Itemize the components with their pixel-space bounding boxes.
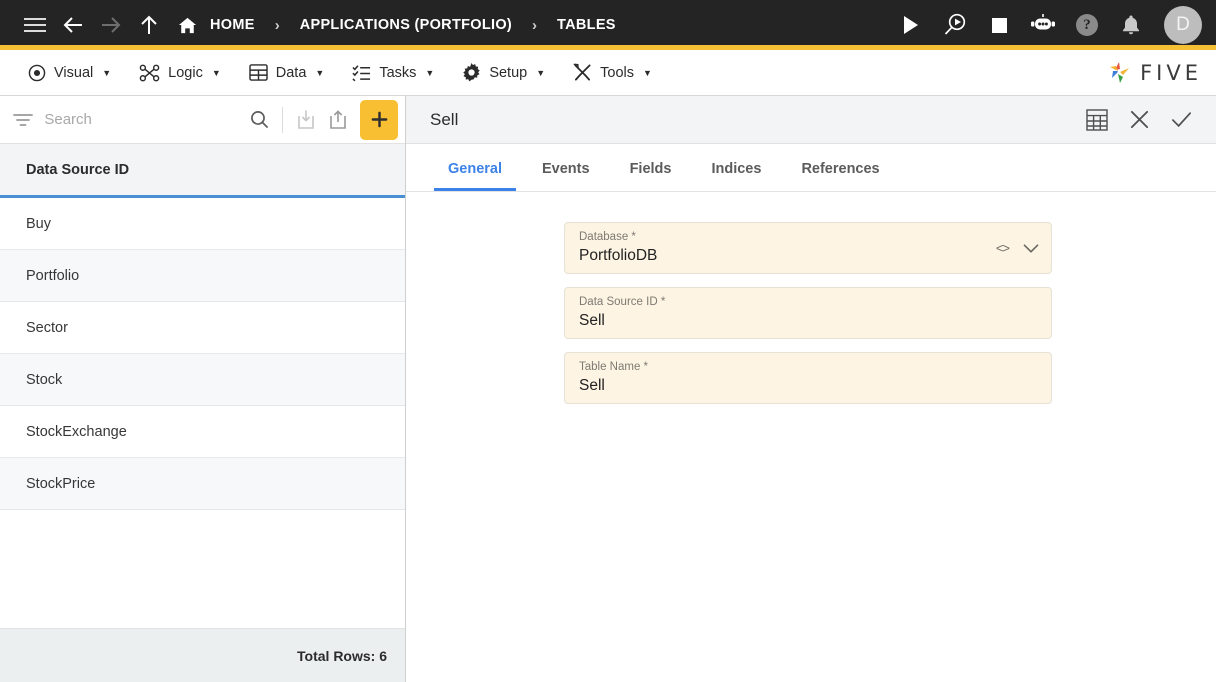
filter-icon[interactable] bbox=[10, 113, 36, 127]
chevron-down-icon: ▼ bbox=[643, 67, 652, 78]
help-icon[interactable]: ? bbox=[1068, 6, 1106, 44]
menu-visual[interactable]: Visual ▼ bbox=[14, 50, 125, 96]
general-tab-form: Database * PortfolioDB <> Data Source ID… bbox=[406, 192, 1216, 682]
menu-setup-label: Setup bbox=[489, 64, 528, 81]
table-detail-panel: Sell General Events Fields Indices Refer… bbox=[406, 96, 1216, 682]
menu-data-label: Data bbox=[275, 64, 307, 81]
top-navigation-bar: HOME › APPLICATIONS (PORTFOLIO) › TABLES bbox=[0, 0, 1216, 50]
chevron-down-icon: ▼ bbox=[536, 67, 546, 78]
chevron-down-icon: ▼ bbox=[211, 67, 221, 78]
database-field-actions: <> bbox=[996, 241, 1039, 256]
tools-icon bbox=[573, 63, 592, 82]
menu-visual-label: Visual bbox=[54, 64, 94, 81]
menu-tools-label: Tools bbox=[600, 64, 634, 81]
import-icon[interactable] bbox=[290, 103, 322, 137]
data-source-list: Buy Portfolio Sector Stock StockExchange… bbox=[0, 198, 405, 628]
list-item[interactable]: StockPrice bbox=[0, 458, 405, 510]
logic-nodes-icon bbox=[139, 64, 160, 82]
list-item[interactable]: Stock bbox=[0, 354, 405, 406]
toolbar-divider bbox=[282, 106, 284, 133]
forward-arrow-icon bbox=[92, 6, 130, 44]
table-name-field-label: Table Name * bbox=[579, 361, 649, 373]
data-source-id-field-label: Data Source ID * bbox=[579, 296, 666, 308]
table-view-icon[interactable] bbox=[1076, 99, 1118, 141]
database-field-value: PortfolioDB bbox=[579, 247, 658, 264]
data-source-id-field[interactable]: Data Source ID * Sell bbox=[564, 287, 1052, 339]
database-field[interactable]: Database * PortfolioDB <> bbox=[564, 222, 1052, 274]
breadcrumb-separator: › bbox=[274, 16, 280, 34]
detail-header: Sell bbox=[406, 96, 1216, 144]
table-name-field[interactable]: Table Name * Sell bbox=[564, 352, 1052, 404]
form-column: Database * PortfolioDB <> Data Source ID… bbox=[564, 222, 1052, 404]
search-input[interactable] bbox=[36, 111, 244, 128]
data-source-id-field-value: Sell bbox=[579, 312, 605, 329]
tab-fields[interactable]: Fields bbox=[616, 161, 686, 191]
hamburger-menu-icon[interactable] bbox=[16, 6, 54, 44]
list-column-header[interactable]: Data Source ID bbox=[0, 144, 405, 198]
menu-logic[interactable]: Logic ▼ bbox=[125, 50, 235, 96]
chevron-down-icon: ▼ bbox=[315, 67, 325, 78]
stop-icon[interactable] bbox=[980, 6, 1018, 44]
breadcrumb-item-home[interactable]: HOME bbox=[206, 17, 259, 33]
tab-events[interactable]: Events bbox=[528, 161, 604, 191]
gear-icon bbox=[462, 63, 481, 82]
data-source-list-panel: Data Source ID Buy Portfolio Sector Stoc… bbox=[0, 96, 406, 682]
five-wordmark: FIVE bbox=[1140, 60, 1202, 85]
menu-tasks[interactable]: Tasks ▼ bbox=[338, 50, 448, 96]
menu-logic-label: Logic bbox=[168, 64, 203, 81]
detail-tabs: General Events Fields Indices References bbox=[406, 144, 1216, 192]
export-icon[interactable] bbox=[322, 103, 354, 137]
five-pinwheel-icon bbox=[1106, 60, 1134, 86]
tab-references[interactable]: References bbox=[787, 161, 893, 191]
back-arrow-icon[interactable] bbox=[54, 6, 92, 44]
up-arrow-icon[interactable] bbox=[130, 6, 168, 44]
help-glyph: ? bbox=[1076, 14, 1098, 36]
breadcrumb: HOME bbox=[168, 16, 259, 35]
workspace: Data Source ID Buy Portfolio Sector Stoc… bbox=[0, 96, 1216, 682]
five-logo: FIVE bbox=[1106, 60, 1202, 86]
topbar-actions: ? D bbox=[892, 6, 1202, 44]
chatbot-icon[interactable] bbox=[1024, 6, 1062, 44]
table-name-field-value: Sell bbox=[579, 377, 605, 394]
menu-tools[interactable]: Tools ▼ bbox=[559, 50, 666, 96]
save-check-icon[interactable] bbox=[1160, 99, 1202, 141]
list-item[interactable]: Portfolio bbox=[0, 250, 405, 302]
notifications-bell-icon[interactable] bbox=[1112, 6, 1150, 44]
menu-setup[interactable]: Setup ▼ bbox=[448, 50, 559, 96]
code-brackets-icon[interactable]: <> bbox=[996, 241, 1010, 256]
eye-icon bbox=[28, 64, 46, 82]
total-rows-label: Total Rows: 6 bbox=[0, 628, 405, 682]
user-avatar[interactable]: D bbox=[1164, 6, 1202, 44]
application-menu-bar: Visual ▼ Logic ▼ Data ▼ Tasks ▼ Setup ▼ … bbox=[0, 50, 1216, 96]
table-grid-icon bbox=[249, 64, 268, 81]
breadcrumb-item-applications[interactable]: APPLICATIONS (PORTFOLIO) bbox=[296, 17, 516, 33]
page-title: Sell bbox=[430, 109, 459, 129]
tab-indices[interactable]: Indices bbox=[697, 161, 775, 191]
menu-data[interactable]: Data ▼ bbox=[235, 50, 339, 96]
list-item[interactable]: Buy bbox=[0, 198, 405, 250]
debug-icon[interactable] bbox=[936, 6, 974, 44]
run-icon[interactable] bbox=[892, 6, 930, 44]
chevron-down-icon[interactable] bbox=[1023, 243, 1039, 253]
chevron-down-icon: ▼ bbox=[102, 67, 112, 78]
chevron-down-icon: ▼ bbox=[425, 67, 435, 78]
tab-general[interactable]: General bbox=[434, 161, 516, 191]
checklist-icon bbox=[352, 64, 371, 82]
close-icon[interactable] bbox=[1118, 99, 1160, 141]
breadcrumb-item-tables[interactable]: TABLES bbox=[553, 17, 620, 33]
menu-tasks-label: Tasks bbox=[379, 64, 417, 81]
home-icon[interactable] bbox=[178, 16, 197, 35]
list-item[interactable]: Sector bbox=[0, 302, 405, 354]
breadcrumb-separator: › bbox=[532, 16, 538, 34]
database-field-label: Database * bbox=[579, 231, 636, 243]
add-new-button[interactable] bbox=[360, 99, 398, 140]
search-icon[interactable] bbox=[243, 103, 275, 137]
list-item[interactable]: StockExchange bbox=[0, 406, 405, 458]
list-toolbar bbox=[0, 96, 405, 144]
